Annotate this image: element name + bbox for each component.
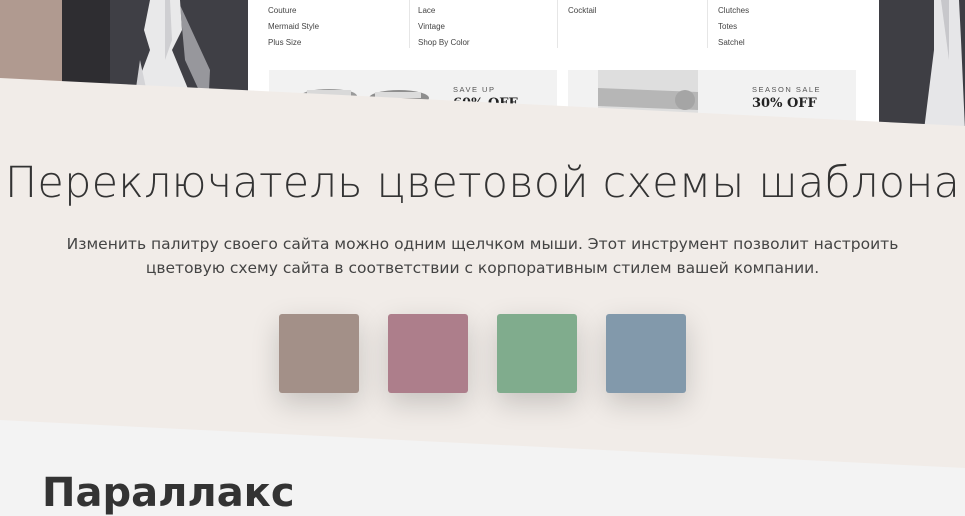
swatch-mauve[interactable] [388, 314, 468, 393]
bridal-photo-right [879, 0, 965, 130]
menu-item[interactable]: Couture [268, 6, 296, 15]
swatch-sage-green[interactable] [497, 314, 577, 393]
promo-banner-left[interactable]: SAVE UP 60% OFF [269, 70, 557, 130]
menu-column-2: Lace Vintage Shop By Color [409, 0, 559, 48]
swatch-slate-blue[interactable] [606, 314, 686, 393]
menu-column-4: Clutches Totes Satchel [707, 0, 858, 48]
promo-banner-right[interactable]: SEASON SALE 30% OFF [568, 70, 856, 130]
menu-item[interactable]: Lace [418, 6, 435, 15]
promo-discount: 30% OFF [752, 96, 817, 111]
template-preview: Couture Mermaid Style Plus Size Lace Vin… [0, 0, 965, 130]
menu-item[interactable]: Cocktail [568, 6, 596, 15]
promo-discount: 60% OFF [453, 96, 518, 111]
dress-sash-image [598, 70, 698, 130]
menu-column-3: Cocktail [557, 0, 708, 48]
menu-column-1: Couture Mermaid Style Plus Size [268, 0, 418, 48]
dress-image-right [924, 0, 965, 130]
menu-item[interactable]: Clutches [718, 6, 749, 15]
parallax-section-title: Параллакс [42, 470, 295, 516]
promo-label: SEASON SALE [752, 85, 822, 94]
menu-item[interactable]: Satchel [718, 38, 745, 47]
section-title: Переключатель цветовой схемы шаблона [4, 158, 961, 208]
menu-item[interactable]: Vintage [418, 22, 445, 31]
category-menu: Couture Mermaid Style Plus Size Lace Vin… [268, 0, 868, 52]
bridal-photo-left [0, 0, 248, 130]
menu-item[interactable]: Plus Size [268, 38, 301, 47]
promo-label: SAVE UP [453, 85, 496, 94]
dress-image-left [120, 0, 210, 130]
section-description: Изменить палитру своего сайта можно одни… [66, 235, 899, 277]
cufflinks-image [301, 89, 429, 106]
menu-item[interactable]: Shop By Color [418, 38, 470, 47]
menu-item[interactable]: Totes [718, 22, 737, 31]
swatch-taupe[interactable] [279, 314, 359, 393]
menu-item[interactable]: Mermaid Style [268, 22, 319, 31]
